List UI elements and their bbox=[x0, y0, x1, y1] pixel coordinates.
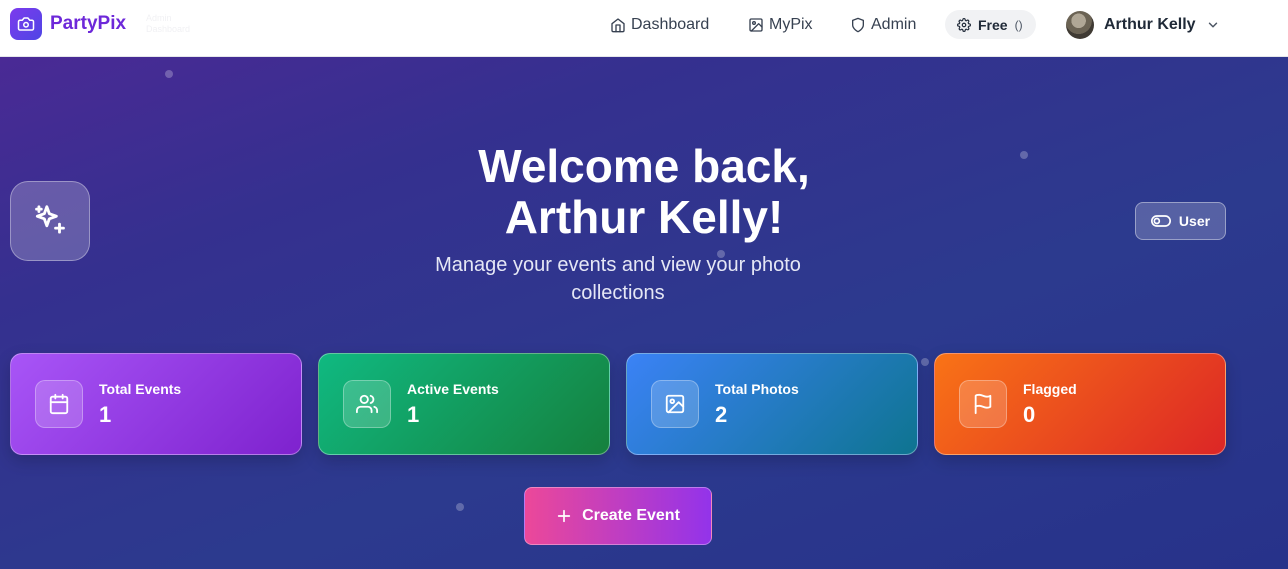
welcome-line1: Welcome back, bbox=[478, 140, 810, 192]
plan-badge-button[interactable]: Free () bbox=[945, 10, 1036, 39]
stat-label: Active Events bbox=[407, 381, 499, 397]
home-icon bbox=[611, 18, 625, 33]
nav-mypix[interactable]: MyPix bbox=[748, 15, 813, 35]
stat-card-total-events[interactable]: Total Events 1 bbox=[10, 353, 302, 455]
plus-icon bbox=[557, 509, 571, 523]
role-toggle-button[interactable]: User bbox=[1135, 202, 1226, 240]
brand-subtitle: Admin Dashboard bbox=[146, 13, 190, 35]
shield-icon bbox=[852, 17, 864, 33]
image-icon bbox=[749, 18, 763, 32]
toggle-icon bbox=[1150, 215, 1171, 227]
decorative-dot bbox=[921, 358, 929, 366]
nav-admin-label: Admin bbox=[871, 16, 917, 33]
avatar bbox=[1066, 10, 1094, 39]
stat-value: 2 bbox=[715, 402, 728, 427]
brand-subtitle-line2: Dashboard bbox=[146, 24, 191, 34]
nav-mypix-label: MyPix bbox=[769, 16, 813, 33]
sparkles-icon-tile bbox=[10, 181, 90, 261]
decorative-dot bbox=[1020, 151, 1028, 159]
stat-value: 1 bbox=[99, 402, 112, 427]
welcome-heading: Welcome back, Arthur Kelly! bbox=[344, 141, 944, 243]
gear-icon bbox=[957, 17, 971, 32]
welcome-line2: Arthur Kelly! bbox=[504, 191, 784, 243]
decorative-dot bbox=[165, 70, 173, 78]
nav-dashboard[interactable]: Dashboard bbox=[610, 15, 709, 35]
stat-label: Flagged bbox=[1023, 381, 1077, 397]
welcome-subtitle: Manage your events and view your photo c… bbox=[435, 254, 801, 304]
brand-subtitle-line1: Admin bbox=[146, 13, 172, 23]
flag-icon bbox=[959, 380, 1007, 428]
user-menu[interactable]: Arthur Kelly bbox=[1066, 10, 1220, 39]
stat-value: 1 bbox=[407, 402, 420, 427]
stat-card-flagged[interactable]: Flagged 0 bbox=[934, 353, 1226, 455]
chevron-down-icon bbox=[1208, 22, 1217, 27]
create-event-button[interactable]: Create Event bbox=[524, 487, 712, 545]
welcome-hero: Welcome back, Arthur Kelly! Manage your … bbox=[0, 57, 1288, 569]
nav-dashboard-label: Dashboard bbox=[631, 16, 710, 33]
plan-label: Free bbox=[978, 16, 1008, 33]
decorative-dot bbox=[456, 503, 464, 511]
stat-card-total-photos[interactable]: Total Photos 2 bbox=[626, 353, 918, 455]
stat-label: Total Photos bbox=[715, 381, 799, 397]
calendar-icon bbox=[35, 380, 83, 428]
create-event-label: Create Event bbox=[582, 507, 680, 524]
image-icon bbox=[651, 380, 699, 428]
user-name: Arthur Kelly bbox=[1104, 15, 1196, 33]
brand-name[interactable]: PartyPix bbox=[50, 13, 126, 35]
role-label: User bbox=[1178, 213, 1211, 229]
stat-value: 0 bbox=[1023, 402, 1036, 427]
sparkles-icon bbox=[35, 205, 65, 234]
camera-logo-icon[interactable] bbox=[10, 8, 42, 40]
stat-label: Total Events bbox=[99, 381, 182, 397]
top-navigation-bar: PartyPix Admin Dashboard Dashboard MyPix… bbox=[0, 0, 1288, 57]
users-icon bbox=[343, 380, 391, 428]
plan-count: () bbox=[1014, 17, 1023, 32]
stat-card-active-events[interactable]: Active Events 1 bbox=[318, 353, 610, 455]
nav-admin[interactable]: Admin bbox=[850, 15, 916, 35]
